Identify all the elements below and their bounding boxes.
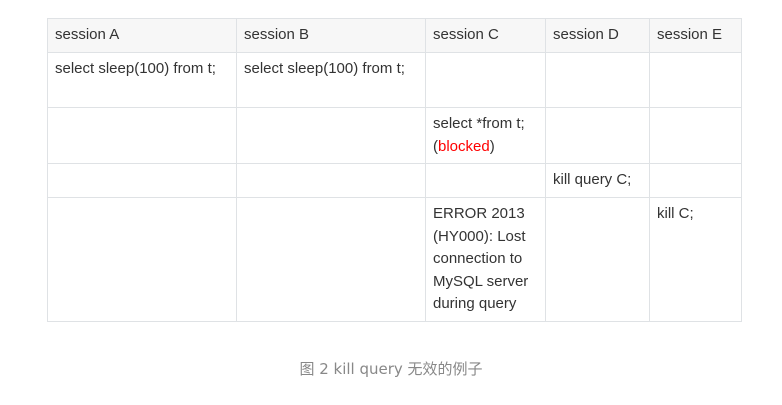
cell-session-b — [236, 107, 426, 164]
table-header-row: session A session B session C session D … — [47, 18, 742, 53]
table-row: select sleep(100) from t; select sleep(1… — [47, 52, 742, 108]
figure-caption: 图 2 kill query 无效的例子 — [299, 360, 483, 378]
cell-session-c: select *from t; (blocked) — [425, 107, 546, 164]
header-session-b: session B — [236, 18, 426, 53]
header-session-a: session A — [47, 18, 237, 53]
blocked-label: blocked — [438, 137, 490, 155]
cell-session-a: select sleep(100) from t; — [47, 52, 237, 108]
cell-session-d — [545, 197, 650, 322]
cell-session-e: kill C; — [649, 197, 742, 322]
cell-session-d: kill query C; — [545, 163, 650, 198]
table-row: ERROR 2013 (HY000): Lost connection to M… — [47, 197, 742, 322]
cell-session-a — [47, 163, 237, 198]
cell-session-b — [236, 163, 426, 198]
session-table: session A session B session C session D … — [47, 18, 742, 322]
cell-session-b: select sleep(100) from t; — [236, 52, 426, 108]
closing-paren-text: ) — [489, 137, 495, 155]
cell-session-c — [425, 52, 546, 108]
cell-session-a — [47, 197, 237, 322]
cell-session-b — [236, 197, 426, 322]
cell-session-d — [545, 107, 650, 164]
header-session-e: session E — [649, 18, 742, 53]
header-session-d: session D — [545, 18, 650, 53]
cell-session-c: ERROR 2013 (HY000): Lost connection to M… — [425, 197, 546, 322]
table-row: select *from t; (blocked) — [47, 107, 742, 164]
cell-session-e — [649, 163, 742, 198]
cell-session-a — [47, 107, 237, 164]
table-row: kill query C; — [47, 163, 742, 198]
header-session-c: session C — [425, 18, 546, 53]
cell-session-e — [649, 107, 742, 164]
cell-session-d — [545, 52, 650, 108]
cell-session-c — [425, 163, 546, 198]
cell-session-e — [649, 52, 742, 108]
